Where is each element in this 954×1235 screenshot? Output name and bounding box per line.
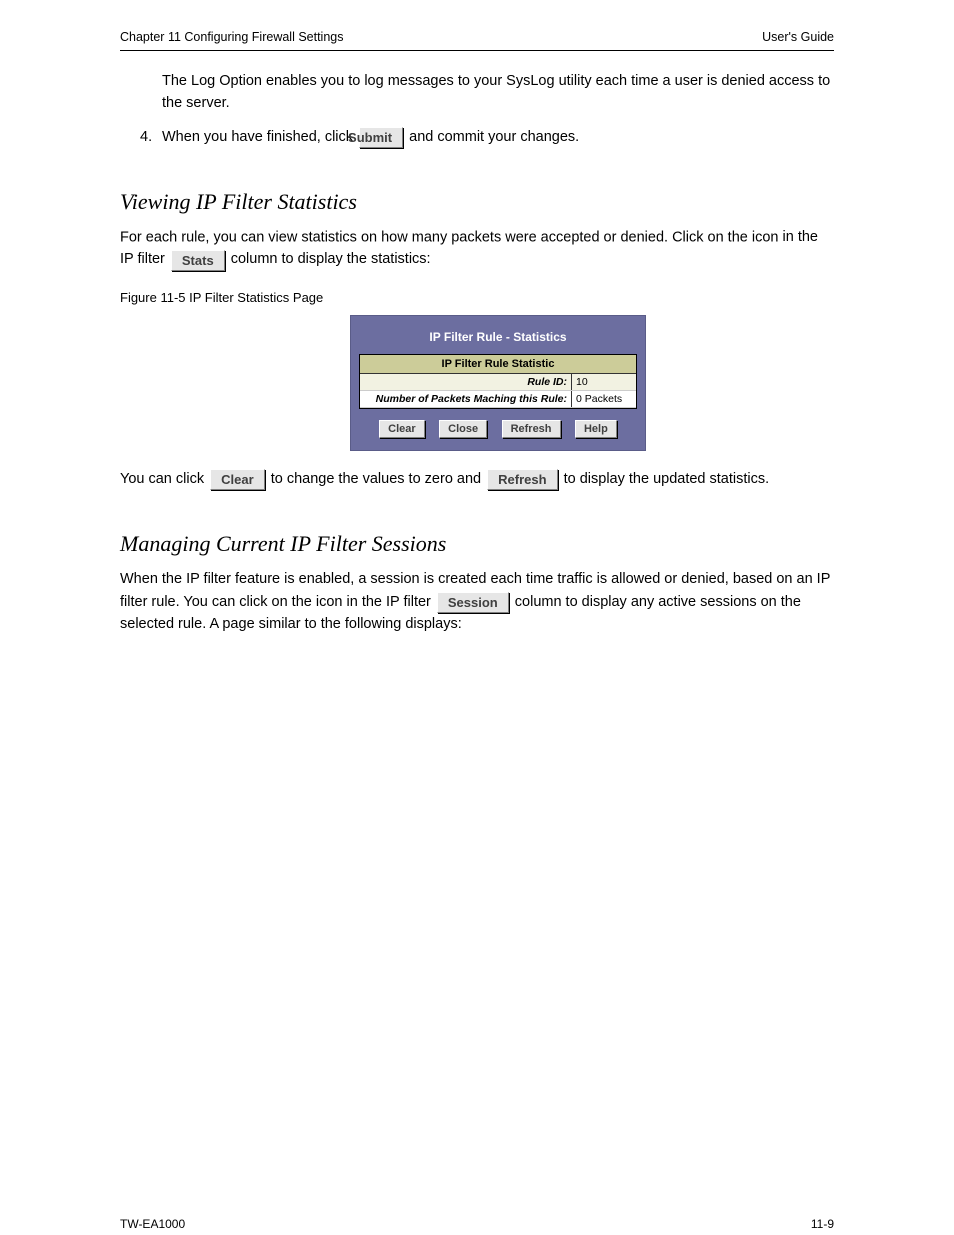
dialog-table: Rule ID: 10 Number of Packets Maching th…: [360, 374, 636, 408]
page-content: Chapter 11 Configuring Firewall Settings…: [0, 0, 954, 709]
under-dialog-b: to change the values to zero and: [271, 471, 485, 487]
chapter-title: Chapter 11 Configuring Firewall Settings: [120, 30, 344, 44]
step-number: 4.: [140, 127, 162, 149]
stats-button[interactable]: Stats: [171, 250, 225, 271]
stats-para-a: For each rule, you can view statistics o…: [120, 230, 783, 246]
dialog-refresh-button[interactable]: Refresh: [502, 420, 561, 438]
under-dialog-a: You can click: [120, 471, 208, 487]
submit-button[interactable]: Submit: [359, 127, 403, 148]
under-dialog-paragraph: You can click Clear to change the values…: [120, 469, 834, 491]
page: Chapter 11 Configuring Firewall Settings…: [0, 0, 954, 1235]
rule-id-label: Rule ID:: [360, 374, 572, 391]
figure-caption: Figure 11-5 IP Filter Statistics Page: [120, 290, 834, 305]
under-dialog-c: to display the updated statistics.: [564, 471, 770, 487]
stats-para-b: column to display the statistics:: [231, 251, 431, 267]
ipfilter-stats-b: in the IP filter: [347, 594, 435, 610]
dialog-inner-title: IP Filter Rule Statistic: [360, 355, 636, 374]
packet-count-label: Number of Packets Maching this Rule:: [360, 390, 572, 407]
step-4: 4.When you have finished, click Submit a…: [120, 127, 834, 149]
dialog-title: IP Filter Rule - Statistics: [359, 324, 637, 354]
rule-id-value: 10: [572, 374, 637, 391]
session-button[interactable]: Session: [437, 592, 509, 613]
footer-right: 11-9: [811, 1217, 834, 1231]
step-4-text-a: When you have finished, click: [162, 129, 357, 145]
stats-paragraph: For each rule, you can view statistics o…: [120, 227, 834, 272]
table-row: Number of Packets Maching this Rule: 0 P…: [360, 390, 636, 407]
table-row: Rule ID: 10: [360, 374, 636, 391]
step-4-text-b: and commit your changes.: [405, 129, 579, 145]
dialog-close-button[interactable]: Close: [439, 420, 487, 438]
clear-button[interactable]: Clear: [210, 469, 265, 490]
section-heading-sessions: Managing Current IP Filter Sessions: [120, 531, 834, 557]
sessions-paragraph: When the IP filter feature is enabled, a…: [120, 569, 834, 636]
dialog-clear-button[interactable]: Clear: [379, 420, 425, 438]
footer-left: TW-EA1000: [120, 1217, 185, 1231]
section-heading-stats: Viewing IP Filter Statistics: [120, 189, 834, 215]
ipfilter-stats-dialog-wrap: IP Filter Rule - Statistics IP Filter Ru…: [350, 315, 646, 451]
dialog-help-button[interactable]: Help: [575, 420, 617, 438]
packet-count-value: 0 Packets: [572, 390, 637, 407]
refresh-button[interactable]: Refresh: [487, 469, 557, 490]
header-rule: [120, 50, 834, 51]
doc-title: User's Guide: [762, 30, 834, 44]
dialog-inner: IP Filter Rule Statistic Rule ID: 10 Num…: [359, 354, 637, 409]
dialog-button-row: Clear Close Refresh Help: [359, 409, 637, 438]
ipfilter-stats-dialog: IP Filter Rule - Statistics IP Filter Ru…: [350, 315, 646, 451]
log-option-paragraph: The Log Option enables you to log messag…: [120, 71, 834, 115]
